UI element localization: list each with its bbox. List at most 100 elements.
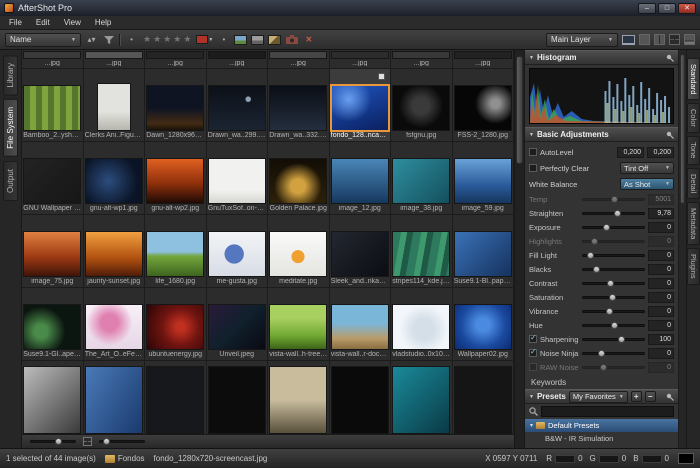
vibrance-slider[interactable] [582,310,645,313]
thumbnail-image[interactable] [24,232,80,276]
thumbnail-image[interactable] [209,52,265,58]
thumbnail-image[interactable] [332,232,388,276]
thumbnail-cell[interactable]: gnu-alt-wp1.jpg [84,142,146,214]
collapse-arrow-icon[interactable]: ▼ [529,132,534,138]
thumbnail-cell[interactable]: vladstudio..0x1024.jpg [391,288,453,360]
thumbnail-image[interactable] [393,86,449,130]
thumbnail-image[interactable] [455,159,511,203]
tab-detail[interactable]: Detail [687,168,700,199]
white-balance-dropdown[interactable]: As Shot ▼ [620,178,674,190]
thumbnail-image[interactable] [86,52,142,58]
thumbnail-cell[interactable] [268,361,330,434]
thumbnail-cell[interactable] [207,361,269,434]
thumbnail-image[interactable] [455,305,511,349]
thumbnail-cell[interactable]: gnu-alt-wp2.jpg [145,142,207,214]
preview-size-slider[interactable] [99,440,145,443]
dual-monitor-icon[interactable] [622,33,635,47]
noise-ninja-checkbox[interactable] [529,349,537,357]
thumbnail-image[interactable] [455,86,511,130]
thumbnail-image[interactable] [270,52,326,58]
filter-funnel-icon[interactable] [102,33,115,47]
thumbnail-image[interactable] [332,367,388,433]
thumbnail-cell[interactable]: image_12.jpg [330,142,392,214]
panel-scrollbar-thumb[interactable] [680,54,685,204]
thumbnail-cell[interactable]: ...jpg [330,50,392,68]
thumbnail-cell[interactable]: image_59.jpg [453,142,515,214]
star-icon[interactable]: ★ [152,34,162,45]
thumbnail-image[interactable] [209,367,265,433]
thumbnail-cell[interactable] [391,361,453,434]
menu-view[interactable]: View [57,17,88,28]
thumbnail-image[interactable] [393,52,449,58]
grid-scrollbar-thumb[interactable] [516,56,523,164]
thumbnail-size-slider[interactable] [30,440,76,443]
preset-search-input[interactable] [541,406,674,417]
split-view-icon[interactable] [654,34,665,45]
thumbnail-image[interactable] [455,232,511,276]
slider-handle[interactable] [606,308,613,315]
thumbnail-image[interactable] [24,367,80,433]
basic-adjustments-header[interactable]: ▼ Basic Adjustments [525,127,678,142]
edit-image-icon[interactable] [268,35,281,45]
thumbnail-image[interactable] [332,52,388,58]
pin-icon[interactable] [666,54,674,62]
tab-library[interactable]: Library [3,55,18,95]
slider-handle[interactable] [103,438,110,445]
thumbnail-image[interactable] [209,86,265,130]
pin-icon[interactable] [666,393,674,401]
menu-file[interactable]: File [2,17,29,28]
temp-slider[interactable] [582,198,645,201]
thumbnail-image[interactable] [147,52,203,58]
tab-metadata[interactable]: Metadata [687,202,700,245]
hue-slider[interactable] [582,324,645,327]
label-dot-icon[interactable]: • [217,33,230,47]
slider-handle[interactable] [614,210,621,217]
thumbnail-cell[interactable]: Clerks Ani..Figure.jpg [84,69,146,141]
thumbnail-cell[interactable]: vista-wall..r-dock.jpg [330,288,392,360]
slider-handle[interactable] [603,224,610,231]
reject-icon[interactable]: ✕ [302,33,315,47]
thumbnail-image[interactable] [393,367,449,433]
thumbnail-cell[interactable]: vista-wall..h-tree.jpg [268,288,330,360]
thumbnail-cell[interactable]: GNU Wallpaper 2.jpg [22,142,84,214]
tab-file-system[interactable]: File System [3,99,18,157]
slider-handle[interactable] [598,350,605,357]
blacks-slider[interactable] [582,268,645,271]
thumbnail-cell[interactable]: me-gusta.jpg [207,215,269,287]
thumbnail-cell[interactable] [84,361,146,434]
thumbnail-cell[interactable] [330,361,392,434]
tint-dropdown[interactable]: Tint Off ▼ [620,162,674,174]
contrast-slider[interactable] [582,282,645,285]
thumbnail-cell[interactable]: Sleek_and..nkahn.jpg [330,215,392,287]
slider-handle[interactable] [618,336,625,343]
thumbnail-image[interactable] [147,367,203,433]
thumbnail-cell[interactable]: ...jpg [145,50,207,68]
title-bar[interactable]: AfterShot Pro – □ ✕ [0,0,700,16]
autolevel-low-value[interactable]: 0,200 [617,147,644,158]
thumbnail-image[interactable] [209,232,265,276]
highlights-slider[interactable] [582,240,645,243]
thumbnail-cell[interactable]: ...jpg [268,50,330,68]
thumbnail-image[interactable] [147,305,203,349]
thumbnail-image[interactable] [24,86,80,130]
thumbnail-image[interactable] [393,305,449,349]
vibrance-value[interactable]: 0 [648,306,674,317]
color-label-button[interactable]: ▼ [196,33,213,47]
preset-b-w-ir-simulation[interactable]: B&W - IR Simulation [525,432,678,445]
favorites-dropdown[interactable]: My Favorites ▼ [569,391,628,403]
slider-handle[interactable] [609,294,616,301]
maximize-button[interactable]: □ [658,3,676,14]
sort-dropdown[interactable]: Name ▼ [5,33,81,47]
thumbnail-image[interactable] [270,367,326,433]
thumbnail-image[interactable] [86,367,142,433]
grid-size-icon[interactable] [83,437,92,446]
thumbnail-image[interactable] [24,159,80,203]
single-view-icon[interactable] [639,34,650,45]
panel-scrollbar[interactable] [678,50,686,448]
thumbnail-cell[interactable]: FSS-2_1280.jpg [453,69,515,141]
thumbnail-cell[interactable]: ...jpg [207,50,269,68]
thumbnail-cell[interactable]: fsfgnu.jpg [391,69,453,141]
add-preset-button[interactable]: + [631,391,642,402]
thumbnail-image[interactable] [455,52,511,58]
contrast-value[interactable]: 0 [648,278,674,289]
